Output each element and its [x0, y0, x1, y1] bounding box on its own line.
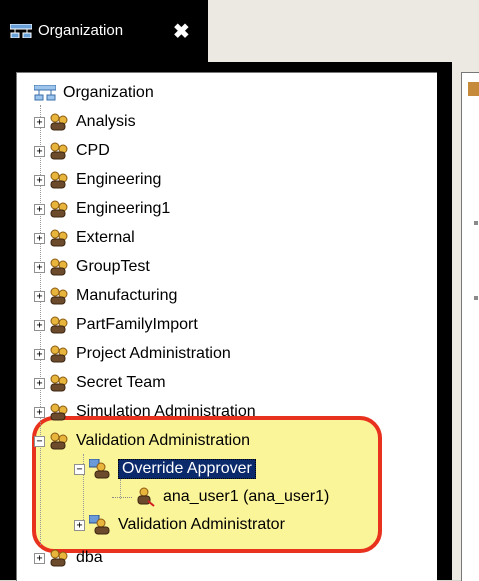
detail-view — [461, 72, 479, 581]
role-icon — [89, 459, 110, 479]
tree-node-label: Validation Administrator — [118, 516, 285, 533]
group-icon — [50, 345, 68, 363]
expand-icon[interactable]: + — [34, 203, 45, 215]
tree-node-validation-administration[interactable]: − Validation Administration — [34, 428, 250, 454]
tree-node-label: Organization — [63, 84, 154, 101]
tree-node-group[interactable]: + External — [34, 225, 135, 251]
detail-marker — [474, 296, 478, 300]
collapse-icon[interactable]: − — [74, 463, 85, 475]
tree-node-label: Manufacturing — [76, 287, 178, 304]
group-icon — [50, 374, 68, 392]
close-icon[interactable]: ✖ — [173, 19, 190, 44]
tree-node-label: Simulation Administration — [76, 403, 256, 420]
tree-node-label: Override Approver — [118, 459, 256, 479]
detail-header-icon — [468, 82, 479, 96]
group-icon — [50, 258, 68, 276]
tree-node-group[interactable]: + Engineering — [34, 167, 161, 193]
tree-node-override-approver[interactable]: − Override Approver — [74, 456, 256, 482]
tree-node-label: Engineering — [76, 171, 162, 188]
expand-icon[interactable]: + — [34, 116, 45, 128]
tree-node-label: Project Administration — [76, 345, 231, 362]
expand-icon[interactable]: + — [34, 232, 45, 244]
tree-node-group[interactable]: + PartFamilyImport — [34, 312, 198, 338]
tree-node-label: Secret Team — [76, 374, 166, 391]
expand-icon[interactable]: + — [34, 261, 45, 273]
tab-title: Organization — [38, 22, 124, 39]
expand-icon[interactable]: + — [34, 290, 45, 302]
tree-node-group[interactable]: + Manufacturing — [34, 283, 177, 309]
tree-node-group[interactable]: + CPD — [34, 138, 110, 164]
tree-node-label: dba — [76, 549, 103, 566]
tree-node-group[interactable]: + Engineering1 — [34, 196, 170, 222]
group-icon — [50, 432, 68, 450]
detail-marker — [474, 221, 478, 225]
tab-bar-background — [208, 0, 479, 62]
group-icon — [50, 142, 68, 160]
tree-node-user[interactable]: ana_user1 (ana_user1) — [112, 484, 329, 510]
role-icon — [89, 515, 110, 535]
group-icon — [50, 403, 68, 421]
tree-root[interactable]: Organization — [34, 80, 154, 106]
expand-icon[interactable]: + — [34, 145, 45, 157]
tree-node-label: PartFamilyImport — [76, 316, 198, 333]
tree-node-label: External — [76, 229, 135, 246]
expand-icon[interactable]: + — [34, 377, 45, 389]
tree-node-group[interactable]: + Project Administration — [34, 341, 231, 367]
tree-node-label: Analysis — [76, 113, 136, 130]
tree-node-group[interactable]: + GroupTest — [34, 254, 150, 280]
organization-icon — [10, 24, 32, 38]
expand-icon[interactable]: + — [34, 552, 45, 564]
group-icon — [50, 287, 68, 305]
organization-icon — [34, 85, 56, 101]
tree-node-group[interactable]: + Analysis — [34, 109, 136, 135]
expand-icon[interactable]: + — [34, 348, 45, 360]
expand-icon[interactable]: + — [34, 319, 45, 331]
group-icon — [50, 316, 68, 334]
group-icon — [50, 549, 68, 567]
expand-icon[interactable]: + — [34, 174, 45, 186]
tree-node-dba[interactable]: + dba — [34, 545, 103, 571]
group-icon — [50, 200, 68, 218]
tree-node-label: CPD — [76, 142, 110, 159]
tree-connector — [112, 496, 132, 498]
tree-node-group[interactable]: + Secret Team — [34, 370, 166, 396]
group-icon — [50, 113, 68, 131]
collapse-icon[interactable]: − — [34, 435, 45, 447]
expand-icon[interactable]: + — [74, 519, 85, 531]
group-icon — [50, 171, 68, 189]
tree-node-label: ana_user1 (ana_user1) — [163, 488, 330, 505]
organization-tab[interactable]: Organization ✖ — [0, 0, 208, 62]
tree-node-validation-administrator[interactable]: + Validation Administrator — [74, 512, 285, 538]
user-icon — [137, 487, 155, 507]
tree-node-group[interactable]: + Simulation Administration — [34, 399, 256, 425]
expand-icon[interactable]: + — [34, 406, 45, 418]
tree-node-label: Validation Administration — [76, 432, 251, 449]
tree-node-label: GroupTest — [76, 258, 150, 275]
tree-node-label: Engineering1 — [76, 200, 171, 217]
group-icon — [50, 229, 68, 247]
